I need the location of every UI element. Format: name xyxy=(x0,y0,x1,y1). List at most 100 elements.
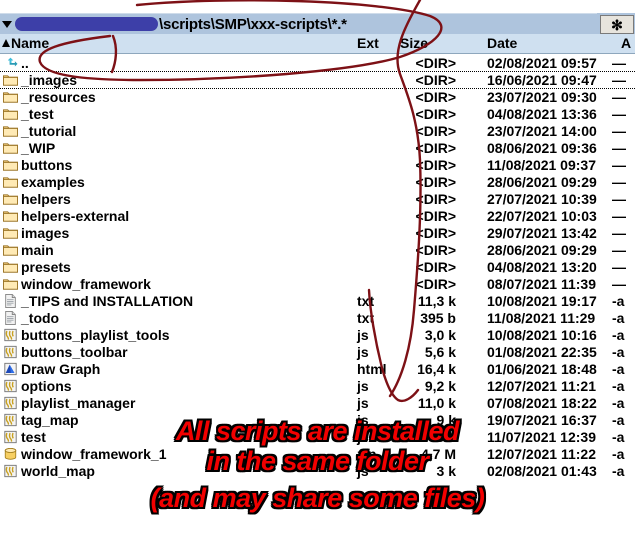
row-date: 27/07/2021 10:39 xyxy=(487,191,597,207)
table-row[interactable]: _resources <DIR> 23/07/2021 09:30 — xyxy=(0,89,635,106)
redacted-path-segment xyxy=(15,17,158,31)
row-ext: js xyxy=(357,429,369,445)
table-row[interactable]: buttons_playlist_tools js 3,0 k 10/08/2021 … xyxy=(0,327,635,344)
column-header-row: Name Ext Size Date A xyxy=(0,34,635,54)
table-row[interactable]: test js 5 k 11/07/2021 12:39 -a xyxy=(0,429,635,446)
row-attr: -a xyxy=(612,293,625,309)
table-row[interactable]: playlist_manager js 11,0 k 07/08/2021 18:22… xyxy=(0,395,635,412)
annotation-line-3: (and may share some files) xyxy=(150,483,485,513)
row-attr: — xyxy=(612,259,626,275)
row-date: 04/08/2021 13:36 xyxy=(487,106,597,122)
table-row[interactable]: world_map js 3 k 02/08/2021 01:43 -a xyxy=(0,463,635,480)
row-date: 28/06/2021 09:29 xyxy=(487,174,597,190)
path-bar[interactable]: \scripts\SMP\xxx-scripts\*.* xyxy=(0,13,635,34)
row-size: <DIR> xyxy=(415,276,456,292)
column-header-size[interactable]: Size xyxy=(400,35,428,51)
folder-icon xyxy=(3,277,18,291)
text-file-icon xyxy=(3,294,18,308)
row-size: 3,0 k xyxy=(424,327,456,343)
table-row[interactable]: window_framework_1 zip 4,7 M 12/07/2021 11:… xyxy=(0,446,635,463)
archive-file-icon xyxy=(3,447,18,461)
folder-icon xyxy=(3,107,18,121)
folder-icon xyxy=(3,209,18,223)
table-row[interactable]: main <DIR> 28/06/2021 09:29 — xyxy=(0,242,635,259)
table-row[interactable]: examples <DIR> 28/06/2021 09:29 — xyxy=(0,174,635,191)
table-row[interactable]: tag_map js 9 k 19/07/2021 16:37 -a xyxy=(0,412,635,429)
table-row[interactable]: _tutorial <DIR> 23/07/2021 14:00 — xyxy=(0,123,635,140)
row-name: buttons_toolbar xyxy=(21,344,128,360)
table-row[interactable]: buttons_toolbar js 5,6 k 01/08/2021 22:35 -a xyxy=(0,344,635,361)
folder-icon xyxy=(3,141,18,155)
row-attr: -a xyxy=(612,446,625,462)
folder-icon xyxy=(3,124,18,138)
row-attr: -a xyxy=(612,412,625,428)
script-file-icon xyxy=(3,328,18,342)
column-header-attr[interactable]: A xyxy=(621,35,631,51)
row-size: 5,6 k xyxy=(424,344,456,360)
row-size: <DIR> xyxy=(415,72,456,88)
row-ext: js xyxy=(357,327,369,343)
column-header-ext[interactable]: Ext xyxy=(357,35,379,51)
table-row[interactable]: options js 9,2 k 12/07/2021 11:21 -a xyxy=(0,378,635,395)
table-row[interactable]: helpers <DIR> 27/07/2021 10:39 — xyxy=(0,191,635,208)
row-date: 01/06/2021 18:48 xyxy=(487,361,597,377)
table-row[interactable]: _TIPS and INSTALLATION txt 11,3 k 10/08/202… xyxy=(0,293,635,310)
table-row[interactable]: buttons <DIR> 11/08/2021 09:37 — xyxy=(0,157,635,174)
column-header-name-label: Name xyxy=(11,35,50,51)
row-size: 395 b xyxy=(420,310,456,326)
file-list[interactable]: .. <DIR> 02/08/2021 09:57 — _images <DIR> 16/0… xyxy=(0,55,635,480)
row-name: window_framework xyxy=(21,276,151,292)
row-ext: js xyxy=(357,344,369,360)
row-attr: -a xyxy=(612,310,625,326)
table-row[interactable]: images <DIR> 29/07/2021 13:42 — xyxy=(0,225,635,242)
folder-icon xyxy=(3,226,18,240)
row-name: _tutorial xyxy=(21,123,77,139)
table-row[interactable]: _WIP <DIR> 08/06/2021 09:36 — xyxy=(0,140,635,157)
favorites-star-button[interactable]: ✻ xyxy=(600,15,634,34)
folder-icon xyxy=(3,90,18,104)
row-ext: zip xyxy=(357,446,377,462)
script-file-icon xyxy=(3,413,18,427)
row-date: 22/07/2021 10:03 xyxy=(487,208,597,224)
parent-folder-icon xyxy=(3,56,18,70)
script-file-icon xyxy=(3,396,18,410)
table-row[interactable]: Draw Graph html 16,4 k 01/06/2021 18:48 -a xyxy=(0,361,635,378)
row-date: 04/08/2021 13:20 xyxy=(487,259,597,275)
table-row[interactable]: .. <DIR> 02/08/2021 09:57 — xyxy=(0,55,635,72)
table-row[interactable]: _todo txt 395 b 11/08/2021 11:29 -a xyxy=(0,310,635,327)
row-attr: -a xyxy=(612,344,625,360)
table-row[interactable]: helpers-external <DIR> 22/07/2021 10:03 — xyxy=(0,208,635,225)
row-date: 11/08/2021 09:37 xyxy=(487,157,596,173)
table-row[interactable]: presets <DIR> 04/08/2021 13:20 — xyxy=(0,259,635,276)
row-name: test xyxy=(21,429,46,445)
row-name: _resources xyxy=(21,89,96,105)
row-size: <DIR> xyxy=(415,89,456,105)
row-date: 23/07/2021 09:30 xyxy=(487,89,597,105)
row-date: 11/08/2021 11:29 xyxy=(487,310,596,326)
row-name: Draw Graph xyxy=(21,361,101,377)
table-row[interactable]: _images <DIR> 16/06/2021 09:47 — xyxy=(0,72,635,89)
row-date: 08/06/2021 09:36 xyxy=(487,140,597,156)
row-size: <DIR> xyxy=(415,208,456,224)
row-attr: -a xyxy=(612,395,625,411)
row-size: 11,3 k xyxy=(417,293,456,309)
chevron-down-icon[interactable] xyxy=(0,14,14,35)
row-size: <DIR> xyxy=(415,174,456,190)
row-date: 16/06/2021 09:47 xyxy=(487,72,597,88)
path-text: \scripts\SMP\xxx-scripts\*.* xyxy=(159,15,347,33)
row-date: 01/08/2021 22:35 xyxy=(487,344,597,360)
folder-icon xyxy=(3,158,18,172)
row-size: <DIR> xyxy=(415,106,456,122)
row-name: _images xyxy=(21,72,78,88)
column-header-name[interactable]: Name xyxy=(2,35,49,51)
row-name: examples xyxy=(21,174,85,190)
row-size: 11,0 k xyxy=(417,395,456,411)
row-attr: — xyxy=(612,157,626,173)
table-row[interactable]: window_framework <DIR> 08/07/2021 11:39 — xyxy=(0,276,635,293)
column-header-date[interactable]: Date xyxy=(487,35,517,51)
table-row[interactable]: _test <DIR> 04/08/2021 13:36 — xyxy=(0,106,635,123)
row-name: _test xyxy=(21,106,54,122)
row-size: <DIR> xyxy=(415,140,456,156)
row-size: 9 k xyxy=(436,412,456,428)
file-manager-window: \scripts\SMP\xxx-scripts\*.* ✻ Name Ext … xyxy=(0,0,635,554)
